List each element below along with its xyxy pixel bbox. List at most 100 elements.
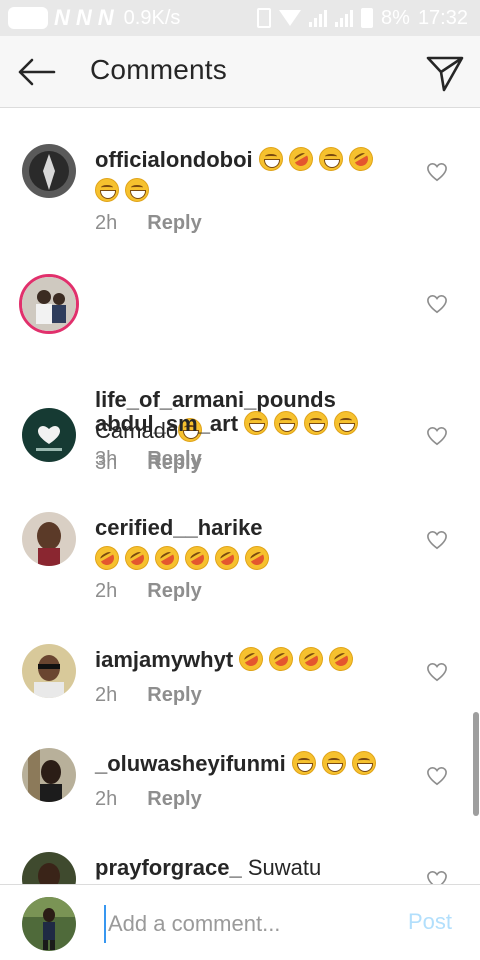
grinning-emoji-icon [318,147,343,171]
comment-meta: 3h Reply [95,448,202,471]
avatar-image [22,852,76,884]
avatar-image [22,644,76,698]
header: Comments [0,36,480,108]
grinning-emoji-icon [125,178,149,202]
heart-icon[interactable] [426,426,448,446]
rofl-emoji-icon [150,541,184,575]
rofl-emoji-icon [264,642,298,676]
comment-meta: 2h Reply [95,684,202,707]
avatar[interactable] [22,512,76,566]
rofl-emoji-icon [344,142,378,176]
comment-text: officialondoboi [95,142,425,206]
signal-icon [309,9,328,27]
heart-icon[interactable] [426,766,448,786]
avatar[interactable] [22,852,76,884]
comment-text: abdul_sm_art [95,408,425,439]
rofl-emoji-icon [240,541,274,575]
avatar-image [22,512,76,566]
grinning-emoji-icon [321,751,346,775]
comment-input[interactable] [104,905,390,943]
comment-time: 2h [95,580,118,602]
comment-text: cerified__harike [90,512,425,575]
rofl-emoji-icon [234,642,268,676]
comment-time: 3h [95,448,118,470]
signal-icon [335,9,354,27]
comment-username[interactable]: iamjamywhyt [95,647,233,672]
reply-button[interactable]: Reply [147,788,201,811]
status-right: 8% 17:32 [257,7,480,30]
reply-button[interactable]: Reply [147,448,201,471]
rofl-emoji-icon [120,541,154,575]
avatar [22,897,76,951]
comment-time: 2h [95,212,118,234]
rofl-emoji-icon [284,142,318,176]
arrow-left-icon [18,58,56,86]
reply-button[interactable]: Reply [147,684,201,707]
network-speed: 0.9K/s [123,6,181,29]
comment-meta: 2h Reply [95,212,202,235]
vibrate-icon [257,8,272,28]
rofl-emoji-icon [180,541,214,575]
grinning-emoji-icon [244,411,269,435]
direct-message-button[interactable] [420,50,468,94]
n-icon: N [54,5,70,30]
avatar-image [22,277,76,331]
comment-username[interactable]: _oluwasheyifunmi [95,751,286,776]
heart-icon[interactable] [426,870,448,884]
clock: 17:32 [417,6,468,29]
grinning-emoji-icon [274,411,299,435]
battery-icon [361,8,374,28]
comment-text: prayforgrace_ Suwatu [95,852,425,884]
comment-username[interactable]: cerified__harike [95,515,263,540]
reply-button[interactable]: Reply [147,212,201,235]
status-bar: N N N 0.9K/s 8% 17:32 [0,0,480,36]
wifi-icon [279,10,302,26]
avatar[interactable] [22,144,76,198]
comment-time: 2h [95,788,118,810]
comment-meta: 2h Reply [95,788,202,811]
avatar-image [22,748,76,802]
avatar[interactable] [22,644,76,698]
rofl-emoji-icon [324,642,358,676]
avatar[interactable] [22,748,76,802]
back-button[interactable] [14,50,58,94]
comment-username[interactable]: officialondoboi [95,147,253,172]
comments-list[interactable]: officialondoboi 2h Reply life_of_armani_… [0,108,480,884]
avatar[interactable] [19,274,79,334]
heart-icon[interactable] [426,162,448,182]
status-left: N N N 0.9K/s [0,5,180,31]
grinning-emoji-icon [95,178,119,202]
comment-username[interactable]: abdul_sm_art [95,411,238,436]
n-icon: N [75,5,92,30]
comment-username[interactable]: prayforgrace_ [95,855,242,880]
heart-icon[interactable] [426,662,448,682]
rofl-emoji-icon [210,541,244,575]
heart-icon[interactable] [426,294,448,314]
comment-time: 2h [95,684,118,706]
comment-meta: 2h Reply [95,580,202,603]
heart-icon[interactable] [426,530,448,550]
scrollbar[interactable] [473,712,479,816]
comment-text: _oluwasheyifunmi [95,748,425,779]
page-title: Comments [90,54,227,85]
rofl-emoji-icon [90,541,124,575]
post-button[interactable]: Post [408,909,452,935]
avatar-image [22,408,76,462]
reply-button[interactable]: Reply [147,580,201,603]
avatar[interactable] [22,408,76,462]
grinning-emoji-icon [334,411,359,435]
grinning-emoji-icon [291,751,316,775]
avatar-image [22,144,76,198]
grinning-emoji-icon [258,147,283,171]
battery-percent: 8% [381,6,410,29]
comment-body: Suwatu [247,855,322,880]
avatar-image [22,897,76,951]
notification-pill-icon [8,7,48,29]
comment-composer: Post [0,884,480,960]
comment-text: iamjamywhyt [95,642,425,676]
paper-plane-icon [426,56,464,92]
rofl-emoji-icon [294,642,328,676]
n-icon: N [97,5,114,30]
grinning-emoji-icon [304,411,329,435]
grinning-emoji-icon [351,751,376,775]
